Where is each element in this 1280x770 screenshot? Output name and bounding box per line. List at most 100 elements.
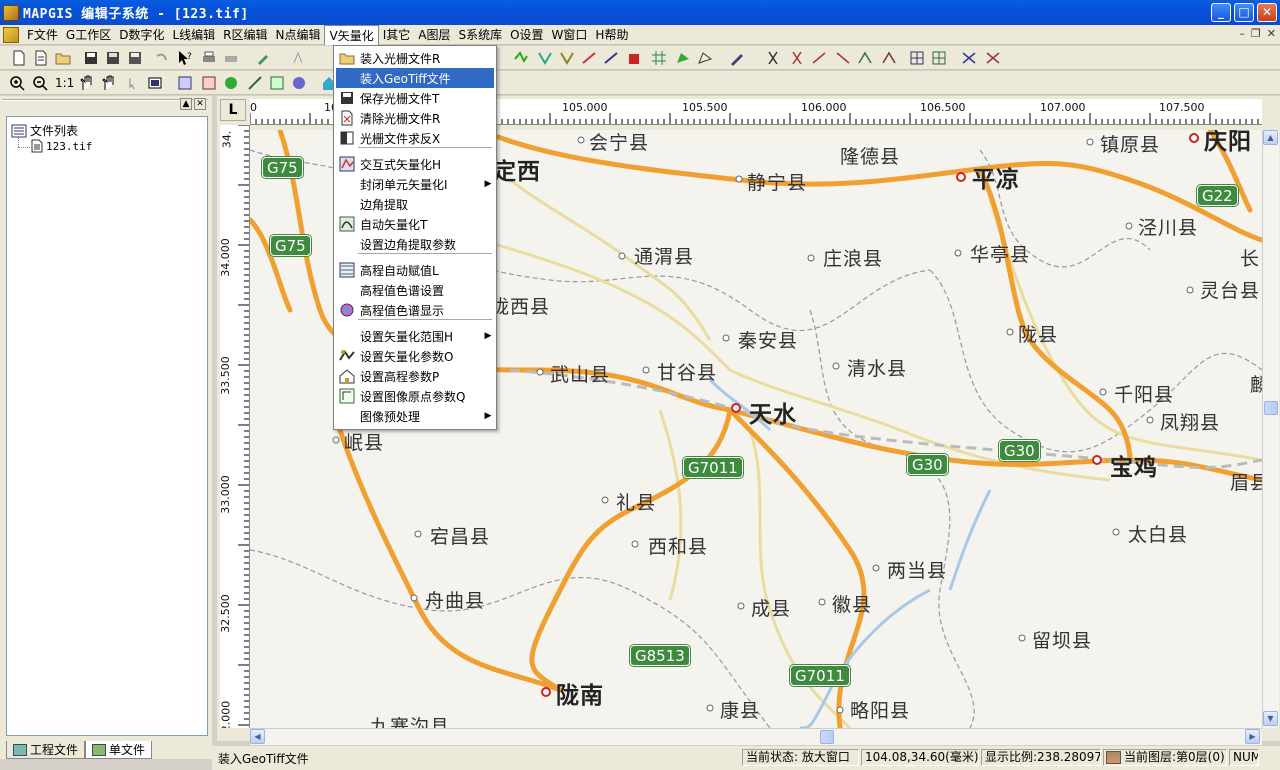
minimize-button[interactable]: _ — [1211, 3, 1231, 22]
mdi-minimize-button[interactable]: – — [1239, 27, 1245, 40]
menu-other[interactable]: I其它 — [379, 25, 415, 44]
layer-tool-5-icon[interactable] — [268, 74, 286, 92]
menu-item-elevation-auto-assign[interactable]: 高程自动赋值L — [336, 260, 494, 280]
menu-line-edit[interactable]: L线编辑 — [168, 25, 219, 44]
scroll-right-arrow[interactable]: ▶ — [1245, 729, 1260, 744]
menu-item-load-raster-file[interactable]: 装入光栅文件R — [336, 48, 494, 68]
print-icon[interactable] — [200, 49, 218, 67]
menu-item-auto-vectorize[interactable]: 自动矢量化T — [336, 214, 494, 234]
close-button[interactable]: ✕ — [1257, 3, 1277, 22]
print-preview-icon[interactable] — [222, 49, 240, 67]
scroll-down-arrow[interactable]: ▼ — [1263, 711, 1278, 726]
menu-file[interactable]: F文件 — [23, 25, 62, 44]
maximize-button[interactable]: □ — [1234, 3, 1254, 22]
zoom-out-icon[interactable] — [31, 74, 49, 92]
point-tool-icon[interactable] — [290, 49, 308, 67]
open-icon[interactable] — [54, 49, 72, 67]
vector-tool-1-icon[interactable] — [512, 49, 530, 67]
mdi-close-button[interactable]: ✕ — [1267, 27, 1276, 40]
menu-item-set-elevation-params[interactable]: 设置高程参数P — [336, 366, 494, 386]
select-arrow-icon[interactable] — [124, 74, 142, 92]
refresh-window-icon[interactable] — [146, 74, 164, 92]
hand-icon[interactable] — [100, 74, 118, 92]
vector-tool-5-icon[interactable] — [602, 49, 620, 67]
ruler-corner[interactable]: L — [220, 99, 246, 121]
node-tool-1-icon[interactable] — [960, 49, 978, 67]
v-scroll-thumb[interactable] — [1264, 401, 1278, 415]
help-pointer-icon[interactable]: ? — [176, 49, 194, 67]
undo-icon[interactable] — [152, 49, 170, 67]
menu-workspace[interactable]: G工作区 — [62, 25, 115, 44]
vector-tool-7-icon[interactable] — [650, 49, 668, 67]
vector-tool-9-icon[interactable] — [696, 49, 714, 67]
menu-point-edit[interactable]: N点编辑 — [272, 25, 325, 44]
layer-tool-3-icon[interactable] — [222, 74, 240, 92]
layer-tool-2-icon[interactable] — [200, 74, 218, 92]
menu-window[interactable]: W窗口 — [548, 25, 592, 44]
menu-settings[interactable]: O设置 — [506, 25, 547, 44]
menu-item-corner-extract[interactable]: 边角提取 — [336, 194, 494, 214]
menu-item-set-vectorize-params[interactable]: 设置矢量化参数O — [336, 346, 494, 366]
cut-line-icon[interactable] — [788, 49, 806, 67]
layer-tool-1-icon[interactable] — [176, 74, 194, 92]
menu-item-clear-raster-file[interactable]: 清除光栅文件R — [336, 108, 494, 128]
line-tool-4-icon[interactable] — [880, 49, 898, 67]
panel-close-button[interactable]: ✕ — [194, 98, 206, 110]
node-tool-2-icon[interactable] — [984, 49, 1002, 67]
vector-tool-2-icon[interactable] — [536, 49, 554, 67]
menu-region-edit[interactable]: R区编辑 — [219, 25, 271, 44]
new-doc-icon[interactable] — [32, 49, 50, 67]
line-tool-3-icon[interactable] — [856, 49, 874, 67]
menu-item-elevation-color-settings[interactable]: 高程值色谱设置 — [336, 280, 494, 300]
menu-item-interactive-vectorize[interactable]: 交互式矢量化H — [336, 154, 494, 174]
scroll-left-arrow[interactable]: ◀ — [250, 729, 265, 744]
edit-tool-icon[interactable] — [254, 49, 272, 67]
save-all-icon[interactable] — [126, 49, 144, 67]
menu-vectorize[interactable]: V矢量化 — [324, 24, 379, 45]
menu-item-invert-raster-file[interactable]: 光栅文件求反X — [336, 128, 494, 148]
grid-tool-1-icon[interactable] — [908, 49, 926, 67]
grid-tool-2-icon[interactable] — [930, 49, 948, 67]
zoom-in-icon[interactable] — [8, 74, 26, 92]
h-scroll-thumb[interactable] — [820, 730, 834, 744]
save-icon[interactable] — [82, 49, 100, 67]
new-icon[interactable] — [10, 49, 28, 67]
actual-size-icon[interactable]: 1:1 — [55, 74, 74, 92]
menu-item-load-geotiff-file[interactable]: 装入GeoTiff文件 — [336, 68, 494, 88]
tab-single-file[interactable]: 单文件 — [85, 741, 153, 759]
vector-tool-6-icon[interactable] — [626, 49, 644, 67]
menu-layer[interactable]: A图层 — [414, 25, 454, 44]
menu-item-set-image-origin-params[interactable]: 设置图像原点参数Q — [336, 386, 494, 406]
vertical-scrollbar[interactable]: ▲ ▼ — [1262, 130, 1279, 728]
tree-root[interactable]: 文件列表 — [11, 122, 78, 139]
line-tool-1-icon[interactable] — [810, 49, 828, 67]
menu-help[interactable]: H帮助 — [591, 25, 632, 44]
tree-item-file[interactable]: 123.tif — [31, 139, 92, 153]
app-icon[interactable] — [3, 4, 19, 21]
save-as-icon[interactable] — [104, 49, 122, 67]
vector-tool-8-icon[interactable] — [674, 49, 692, 67]
pen-icon[interactable] — [728, 49, 746, 67]
vector-tool-3-icon[interactable] — [558, 49, 576, 67]
mdi-restore-button[interactable]: ❐ — [1251, 27, 1261, 40]
scroll-up-arrow[interactable]: ▲ — [1263, 130, 1278, 145]
doc-icon[interactable] — [3, 26, 19, 43]
menu-item-closed-unit-vectorize[interactable]: 封闭单元矢量化I ▶ — [336, 174, 494, 194]
horizontal-scrollbar[interactable]: ◀ ▶ — [250, 728, 1262, 745]
menu-system-lib[interactable]: S系统库 — [454, 25, 506, 44]
menu-item-spacer — [339, 196, 355, 212]
tab-project-file[interactable]: 工程文件 — [6, 741, 86, 759]
scissors-icon[interactable] — [764, 49, 782, 67]
menu-item-save-raster-file[interactable]: 保存光栅文件T — [336, 88, 494, 108]
menu-item-image-preprocess[interactable]: 图像预处理 ▶ — [336, 406, 494, 426]
menu-item-elevation-color-display[interactable]: 高程值色谱显示 — [336, 300, 494, 320]
panel-up-button[interactable]: ▲ — [180, 98, 192, 110]
menu-item-set-corner-extract-params[interactable]: 设置边角提取参数 — [336, 234, 494, 254]
line-tool-2-icon[interactable] — [834, 49, 852, 67]
layer-tool-6-icon[interactable] — [290, 74, 308, 92]
menu-digitize[interactable]: D数字化 — [115, 25, 168, 44]
vector-tool-4-icon[interactable] — [580, 49, 598, 67]
pan-icon[interactable] — [78, 74, 96, 92]
menu-item-set-vectorize-range[interactable]: 设置矢量化范围H ▶ — [336, 326, 494, 346]
layer-tool-4-icon[interactable] — [246, 74, 264, 92]
